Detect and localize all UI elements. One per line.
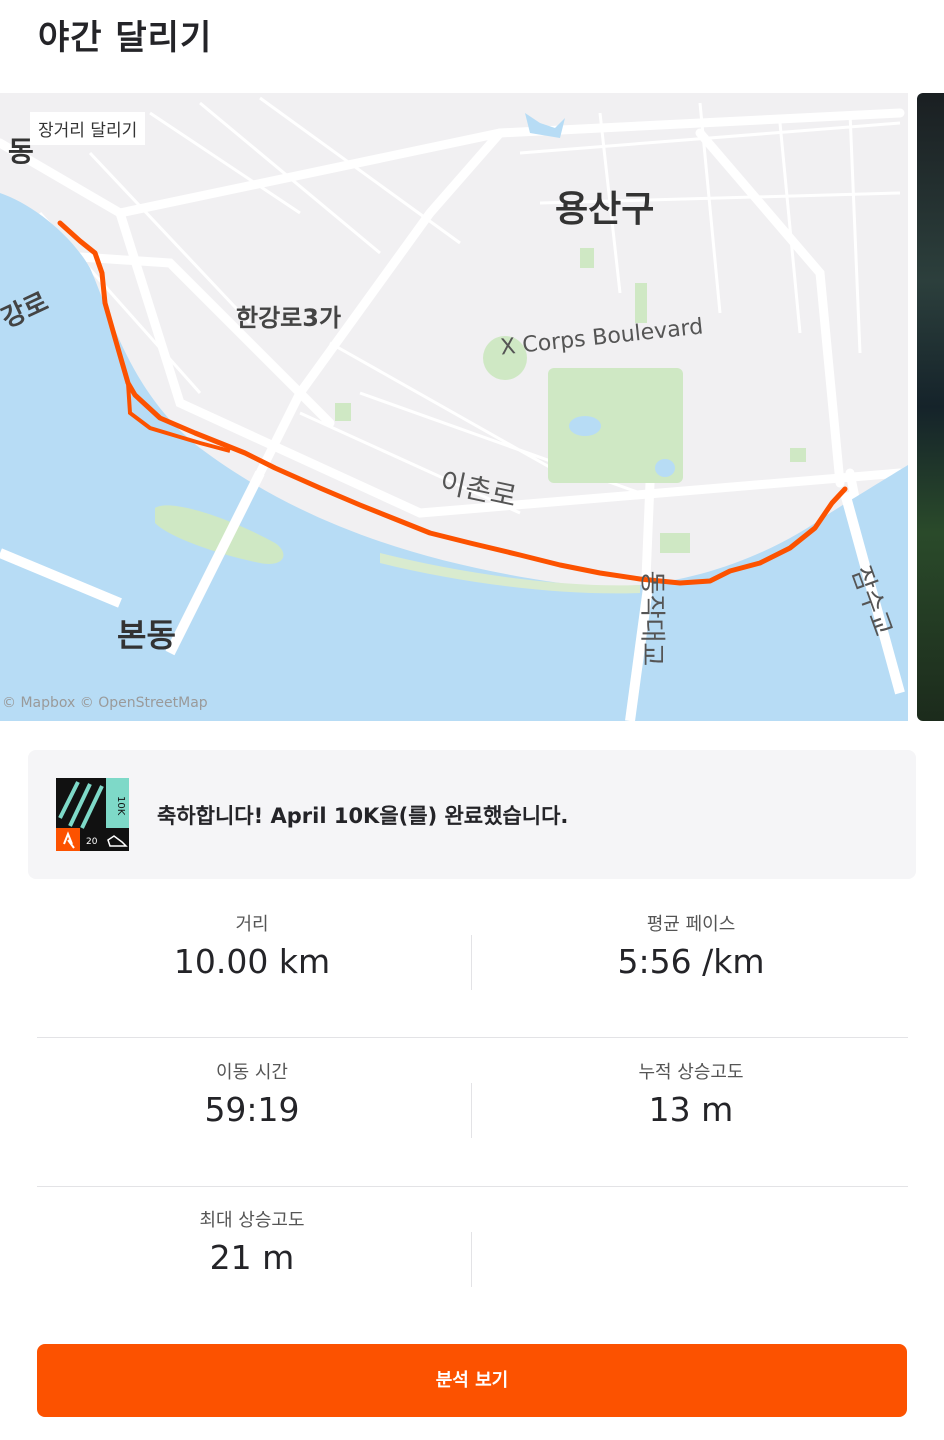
stat-distance-value: 10.00 km [173, 942, 331, 981]
stat-max-elevation-value: 21 m [209, 1238, 295, 1277]
stat-max-elevation: 최대 상승고도 21 m [32, 1206, 472, 1277]
map-label-bondong: 본동 [117, 616, 176, 654]
stat-pace-value: 5:56 /km [617, 942, 765, 981]
svg-text:20: 20 [86, 837, 98, 847]
next-photo-thumbnail[interactable] [917, 93, 944, 721]
stat-divider-3 [471, 1232, 472, 1287]
view-analysis-button[interactable]: 분석 보기 [37, 1344, 907, 1417]
page-title: 야간 달리기 [38, 18, 213, 58]
row-divider-2 [37, 1186, 908, 1187]
achievement-text: 축하합니다! April 10K을(를) 완료했습니다. [157, 804, 569, 828]
stat-pace-label: 평균 페이스 [646, 914, 736, 935]
row-divider-1 [37, 1037, 908, 1038]
stat-moving-time: 이동 시간 59:19 [32, 1058, 472, 1129]
map-label-hangangro: 한강로3가 [236, 304, 342, 332]
map-label-district-main: 용산구 [555, 189, 655, 230]
stat-distance-label: 거리 [235, 914, 269, 935]
stat-distance: 거리 10.00 km [32, 910, 472, 981]
map-label-district-left: 동 [8, 135, 34, 168]
achievement-badge-icon: 10K 20 [56, 778, 129, 851]
stat-max-elevation-label: 최대 상승고도 [199, 1210, 305, 1231]
stat-moving-time-label: 이동 시간 [216, 1062, 288, 1083]
map-attribution: © Mapbox © OpenStreetMap [2, 695, 208, 711]
map-tag: 장거리 달리기 [30, 112, 146, 145]
stat-pace: 평균 페이스 5:56 /km [471, 910, 911, 981]
stat-elevation-gain-value: 13 m [648, 1090, 734, 1129]
stat-moving-time-value: 59:19 [204, 1090, 300, 1129]
map-label-dongjak-bridge: 동작대교 [636, 570, 667, 667]
stat-elevation-gain-label: 누적 상승고도 [638, 1062, 744, 1083]
stat-elevation-gain: 누적 상승고도 13 m [471, 1058, 911, 1129]
svg-text:10K: 10K [115, 796, 126, 816]
